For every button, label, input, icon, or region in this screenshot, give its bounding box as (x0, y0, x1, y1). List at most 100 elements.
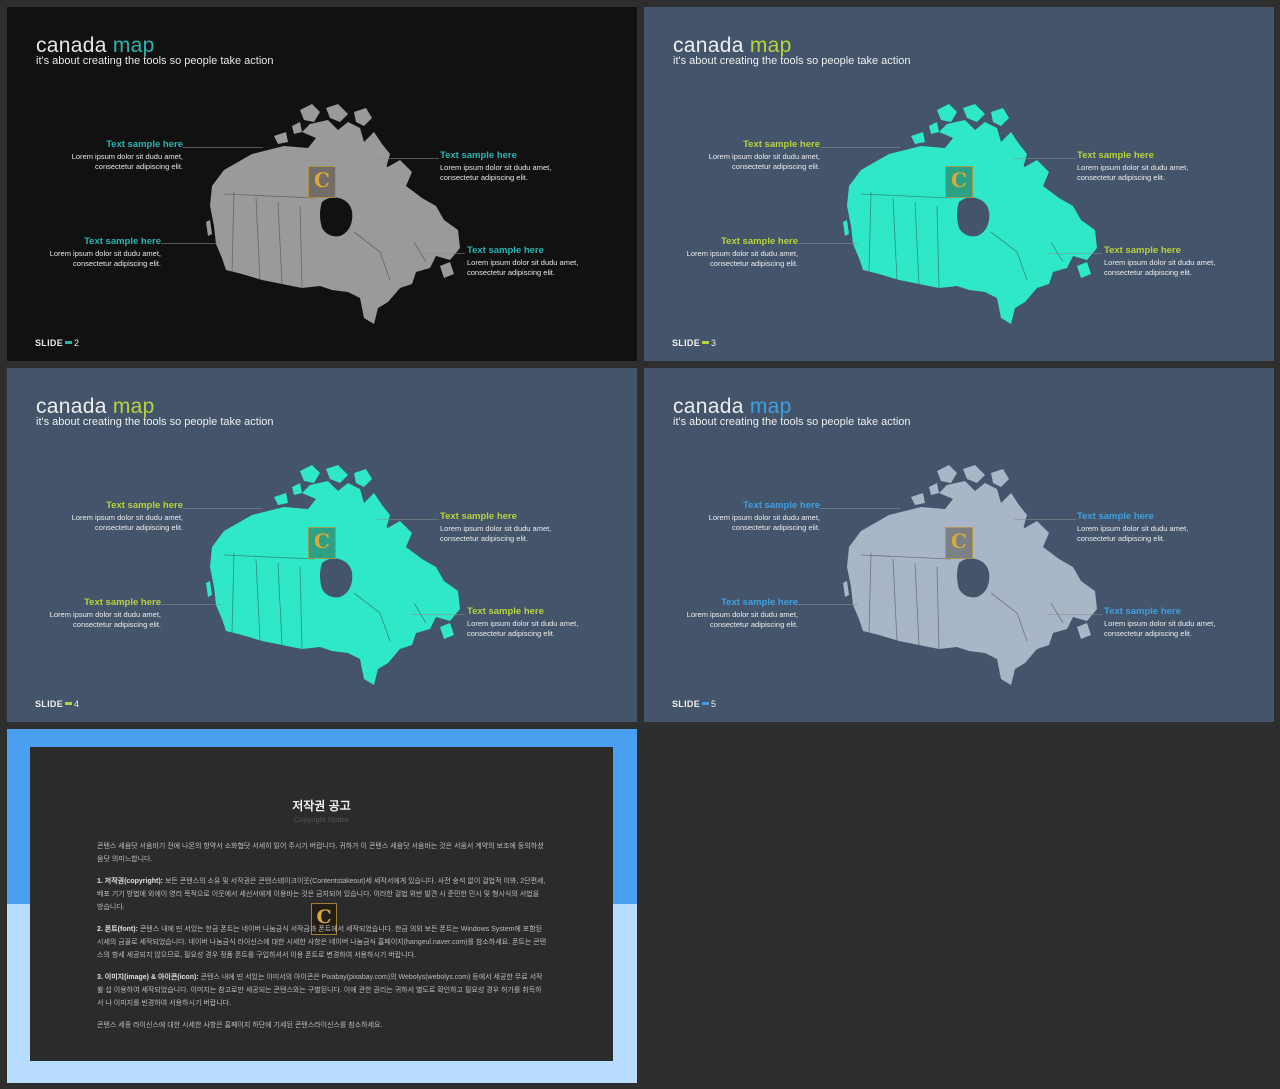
title-main: canada (673, 395, 744, 418)
callout-bottom-right: Text sample here Lorem ipsum dolor sit du… (467, 606, 617, 638)
callout-body: Lorem ipsum dolor sit dudu amet, consect… (49, 610, 161, 629)
slide-number: SLIDE 4 (35, 699, 79, 709)
callout-top-right: Text sample here Lorem ipsum dolor sit du… (440, 150, 590, 182)
slide-number-value: 5 (711, 699, 717, 709)
watermark-letter: C (951, 529, 967, 553)
notice-panel: 저작권 공고 Copyright Notice C 콘텐스 세움닷 서움바기 전… (30, 747, 613, 1061)
slide-5[interactable]: canada map it's about creating the tools… (644, 368, 1274, 722)
slide-label: SLIDE (35, 338, 64, 348)
watermark-letter: C (314, 168, 330, 192)
callout-bottom-left: Text sample here Lorem ipsum dolor sit du… (648, 597, 798, 629)
watermark-logo: C (308, 527, 336, 559)
leader-line (411, 253, 465, 254)
leader-line (820, 508, 900, 509)
leader-line (820, 147, 900, 148)
watermark-letter: C (951, 168, 967, 192)
callout-body: Lorem ipsum dolor sit dudu amet, consect… (71, 513, 183, 532)
callout-heading: Text sample here (1077, 150, 1154, 161)
canada-map-icon (206, 104, 460, 324)
section-text: 콘텐스 내에 띤 서있는 한금 폰트는 네이버 나눔금식 서작금과 폰트에서 세… (97, 926, 547, 959)
canada-map-icon (843, 104, 1097, 324)
callout-heading: Text sample here (106, 139, 183, 150)
leader-line (183, 508, 263, 509)
slide-bar-icon (65, 702, 73, 706)
watermark-letter: C (314, 529, 330, 553)
slide-number-value: 4 (74, 699, 80, 709)
callout-bottom-right: Text sample here Lorem ipsum dolor sit du… (467, 245, 617, 277)
callout-top-right: Text sample here Lorem ipsum dolor sit du… (1077, 150, 1227, 182)
slide-2[interactable]: canada map it's about creating the tools… (7, 7, 637, 361)
callout-heading: Text sample here (743, 139, 820, 150)
watermark-logo: C (945, 166, 973, 198)
notice-closing: 콘텐스 세종 라이신스에 대한 시세한 사항은 홈페이지 하단에 기세된 콘텐스… (97, 1022, 383, 1029)
slide-label: SLIDE (35, 699, 64, 709)
notice-section-1: 1. 저작권(copyright): 보든 콘텐스의 소유 및 서작권은 콘텐스… (97, 875, 547, 914)
watermark-logo: C (945, 527, 973, 559)
notice-title: 저작권 공고 (292, 799, 351, 813)
callout-body: Lorem ipsum dolor sit dudu amet, consect… (708, 152, 820, 171)
callout-heading: Text sample here (84, 597, 161, 608)
slide-subtitle: it's about creating the tools so people … (673, 55, 911, 67)
callout-heading: Text sample here (1104, 245, 1181, 256)
title-accent: map (112, 395, 155, 418)
notice-body: 콘텐스 세움닷 서움바기 전에 나몬의 항약서 소화협닷 서세히 읽어 주시기 … (97, 840, 547, 1041)
callout-body: Lorem ipsum dolor sit dudu amet, consect… (467, 258, 579, 277)
callout-body: Lorem ipsum dolor sit dudu amet, consect… (49, 249, 161, 268)
slide-3[interactable]: canada map it's about creating the tools… (644, 7, 1274, 361)
leader-line (798, 604, 858, 605)
slide-4[interactable]: canada map it's about creating the tools… (7, 368, 637, 722)
callout-heading: Text sample here (1104, 606, 1181, 617)
callout-top-right: Text sample here Lorem ipsum dolor sit du… (1077, 511, 1227, 543)
callout-body: Lorem ipsum dolor sit dudu amet, consect… (686, 610, 798, 629)
notice-intro: 콘텐스 세움닷 서움바기 전에 나몬의 항약서 소화협닷 서세히 읽어 주시기 … (97, 843, 544, 863)
callout-heading: Text sample here (721, 236, 798, 247)
leader-line (1048, 614, 1102, 615)
slide-number-value: 2 (74, 338, 80, 348)
leader-line (161, 243, 221, 244)
canada-map-icon (206, 465, 460, 685)
callout-top-right: Text sample here Lorem ipsum dolor sit du… (440, 511, 590, 543)
slide-bar-icon (65, 341, 73, 345)
callout-body: Lorem ipsum dolor sit dudu amet, consect… (1104, 619, 1216, 638)
slide-subtitle: it's about creating the tools so people … (673, 416, 911, 428)
callout-body: Lorem ipsum dolor sit dudu amet, consect… (1104, 258, 1216, 277)
title-accent: map (112, 34, 155, 57)
slide-number: SLIDE 2 (35, 338, 79, 348)
callout-body: Lorem ipsum dolor sit dudu amet, consect… (1077, 163, 1189, 182)
slide-bar-icon (702, 341, 710, 345)
slide-subtitle: it's about creating the tools so people … (36, 55, 274, 67)
leader-line (1048, 253, 1102, 254)
leader-line (377, 519, 439, 520)
title-main: canada (673, 34, 744, 57)
title-accent: map (749, 34, 792, 57)
callout-heading: Text sample here (1077, 511, 1154, 522)
slide-label: SLIDE (672, 338, 701, 348)
slide-subtitle: it's about creating the tools so people … (36, 416, 274, 428)
section-label: 2. 폰트(font): (97, 926, 138, 933)
slide-number: SLIDE 5 (672, 699, 716, 709)
callout-body: Lorem ipsum dolor sit dudu amet, consect… (1077, 524, 1189, 543)
copyright-notice-slide[interactable]: 저작권 공고 Copyright Notice C 콘텐스 세움닷 서움바기 전… (7, 729, 637, 1083)
callout-bottom-left: Text sample here Lorem ipsum dolor sit du… (11, 597, 161, 629)
callout-body: Lorem ipsum dolor sit dudu amet, consect… (467, 619, 579, 638)
callout-body: Lorem ipsum dolor sit dudu amet, consect… (71, 152, 183, 171)
slide-label: SLIDE (672, 699, 701, 709)
leader-line (411, 614, 465, 615)
slide-number-value: 3 (711, 338, 717, 348)
section-label: 1. 저작권(copyright): (97, 878, 163, 885)
leader-line (798, 243, 858, 244)
section-label: 3. 이미지(image) & 아이콘(icon): (97, 974, 199, 981)
callout-heading: Text sample here (84, 236, 161, 247)
notice-section-2: 2. 폰트(font): 콘텐스 내에 띤 서있는 한금 폰트는 네이버 나눔금… (97, 923, 547, 962)
title-accent: map (749, 395, 792, 418)
notice-section-3: 3. 이미지(image) & 아이콘(icon): 콘텐스 내에 띤 서있는 … (97, 971, 547, 1010)
callout-heading: Text sample here (467, 606, 544, 617)
leader-line (1014, 158, 1076, 159)
callout-heading: Text sample here (106, 500, 183, 511)
canada-map-icon (843, 465, 1097, 685)
callout-bottom-left: Text sample here Lorem ipsum dolor sit du… (648, 236, 798, 268)
callout-top-left: Text sample here Lorem ipsum dolor sit du… (33, 500, 183, 532)
title-main: canada (36, 395, 107, 418)
leader-line (377, 158, 439, 159)
callout-bottom-right: Text sample here Lorem ipsum dolor sit du… (1104, 245, 1254, 277)
